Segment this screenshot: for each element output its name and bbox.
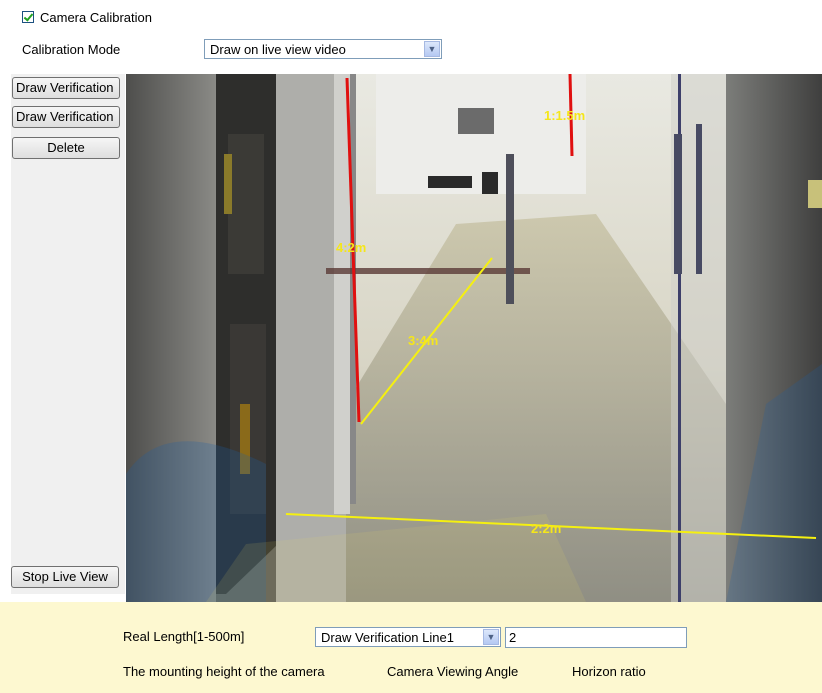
far-wall-dark-box — [482, 172, 498, 194]
verification-line-select[interactable]: Draw Verification Line1 ▼ — [315, 627, 501, 647]
delete-button[interactable]: Delete — [12, 137, 120, 159]
left-door-handle — [506, 154, 514, 304]
line-label-yellow-bottom: 2:2m — [531, 521, 561, 536]
line-label-red-right: 1:1.5m — [544, 108, 585, 123]
calibration-mode-label: Calibration Mode — [22, 42, 121, 57]
camera-calibration-row: Camera Calibration — [22, 8, 152, 26]
verification-line-value: Draw Verification Line1 — [321, 629, 454, 645]
calibration-mode-value: Draw on live view video — [210, 41, 346, 57]
bottom-settings-panel — [0, 602, 822, 693]
live-view-video[interactable]: 4:2m 1:1.5m 3:4m 2:2m — [126, 74, 822, 602]
far-wall-dark-strip — [428, 176, 472, 188]
real-length-input[interactable]: 2 — [505, 627, 687, 648]
right-wall-sign — [808, 180, 822, 208]
camera-calibration-checkbox[interactable] — [22, 11, 34, 23]
right-door-handle-2 — [696, 124, 702, 274]
line-label-red-left: 4:2m — [336, 240, 366, 255]
live-view-scene: 4:2m 1:1.5m 3:4m 2:2m — [126, 74, 822, 602]
stop-live-view-button[interactable]: Stop Live View — [11, 566, 119, 588]
line-label-yellow-diagonal: 3:4m — [408, 333, 438, 348]
right-door-handle-1 — [674, 134, 682, 274]
viewing-angle-label: Camera Viewing Angle — [387, 664, 519, 679]
chevron-down-icon[interactable]: ▼ — [424, 41, 440, 57]
far-wall-sign — [458, 108, 494, 134]
door-rail — [326, 268, 530, 274]
cabinet-upper-panel — [228, 134, 264, 274]
mounting-height-label: The mounting height of the camera — [123, 664, 325, 679]
calibration-mode-select[interactable]: Draw on live view video ▼ — [204, 39, 442, 59]
left-door-frame — [334, 74, 350, 514]
draw-verification-button-1[interactable]: Draw Verification — [12, 77, 120, 99]
real-length-label: Real Length[1-500m] — [123, 629, 245, 644]
cabinet-label-upper — [224, 154, 232, 214]
horizon-ratio-label: Horizon ratio — [572, 664, 646, 679]
camera-calibration-label: Camera Calibration — [40, 9, 152, 25]
chevron-down-icon[interactable]: ▼ — [483, 629, 499, 645]
draw-verification-button-2[interactable]: Draw Verification — [12, 106, 120, 128]
